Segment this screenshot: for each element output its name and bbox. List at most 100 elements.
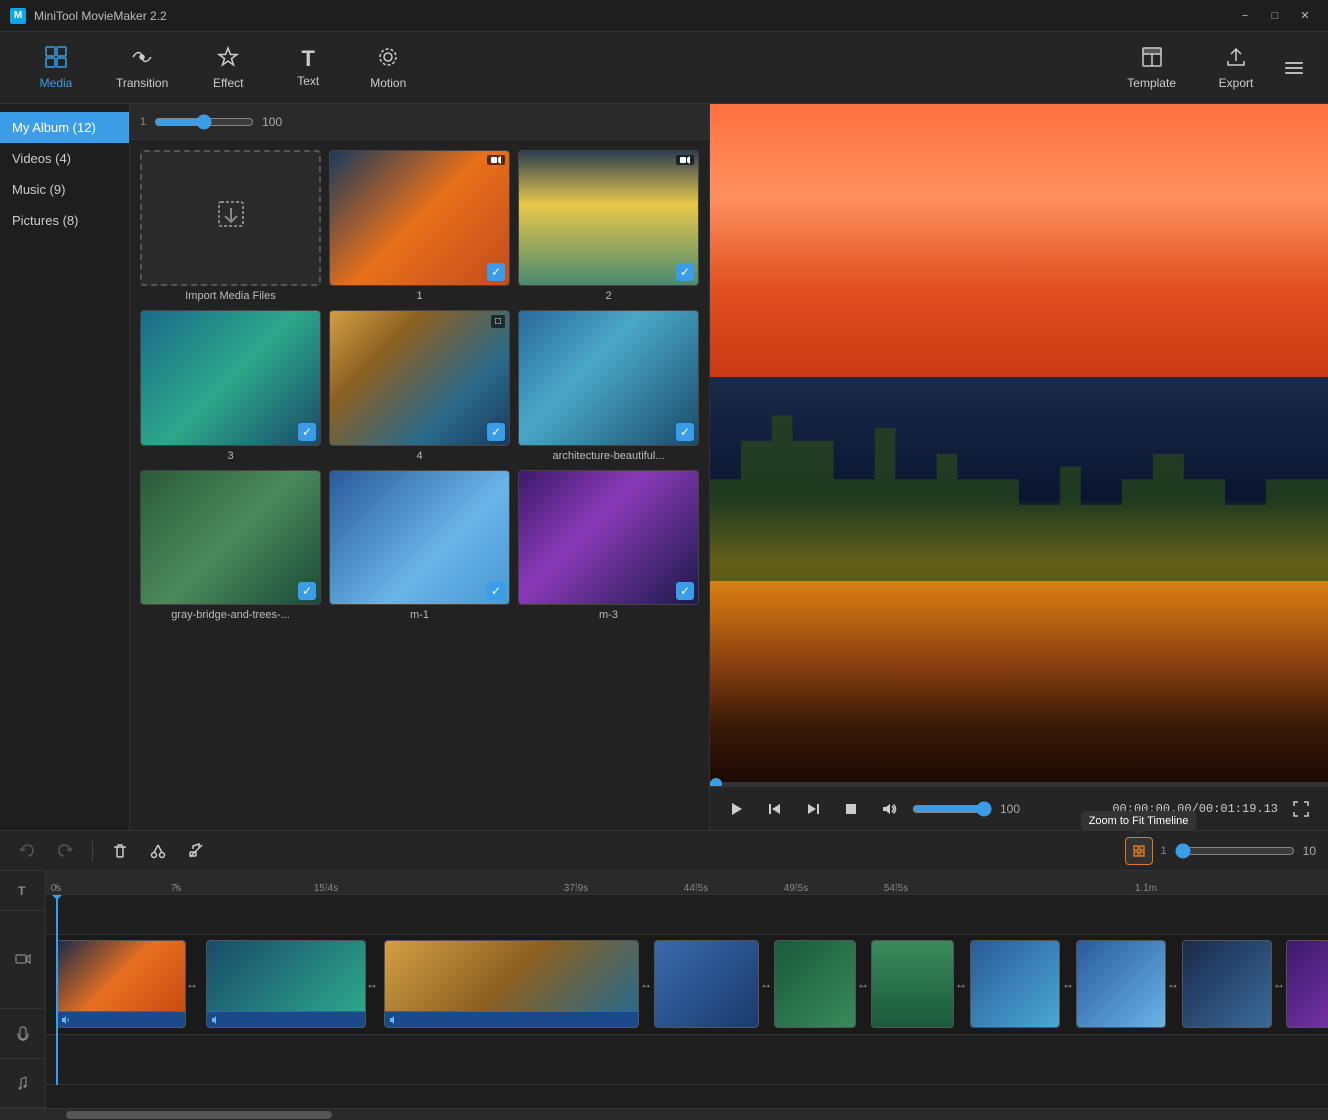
media-item-gray[interactable]: ✓ gray-bridge-and-trees-...	[140, 470, 321, 622]
video-clip-6[interactable]	[871, 940, 954, 1028]
sidebar-item-music[interactable]: Music (9)	[0, 174, 129, 205]
media-item-m3[interactable]: ✓ m-3	[518, 470, 699, 622]
volume-button[interactable]	[874, 794, 904, 824]
prev-frame-button[interactable]	[760, 794, 790, 824]
media-thumb-2[interactable]: ✓	[518, 150, 699, 286]
toolbar-item-motion[interactable]: Motion	[348, 38, 428, 98]
check-gray: ✓	[298, 582, 316, 600]
zoom-fit-button[interactable]	[1125, 837, 1153, 865]
ruler-mark-37s: 37.9s	[564, 883, 588, 894]
zoom-slider[interactable]	[154, 114, 254, 130]
scrollbar-thumb[interactable]	[66, 1111, 332, 1119]
sidebar-item-pictures[interactable]: Pictures (8)	[0, 205, 129, 236]
text-icon: T	[302, 48, 315, 70]
label-arch: architecture-beautiful...	[553, 450, 665, 462]
timeline-zoom-value: 10	[1303, 844, 1316, 858]
video-badge-2	[676, 155, 694, 165]
svg-text:T: T	[18, 884, 26, 898]
clip-audio-1	[57, 1011, 185, 1027]
video-badge-4: □	[491, 315, 505, 328]
video-clip-9[interactable]	[1182, 940, 1272, 1028]
sidebar-item-my-album[interactable]: My Album (12)	[0, 112, 129, 143]
audio-track-label	[0, 1009, 45, 1058]
toolbar-item-effect[interactable]: Effect	[188, 38, 268, 98]
check-4: ✓	[487, 423, 505, 441]
zoom-value: 100	[262, 115, 282, 129]
clip-transition-6: ↔	[951, 940, 971, 1028]
media-toolbar: 1 100	[130, 104, 709, 140]
cut-button[interactable]	[143, 836, 173, 866]
media-thumb-arch[interactable]: ✓	[518, 310, 699, 446]
media-item-1[interactable]: ✓ 1	[329, 150, 510, 302]
horizontal-scrollbar[interactable]	[0, 1108, 1328, 1120]
play-button[interactable]	[722, 794, 752, 824]
audio-track	[46, 1035, 1328, 1085]
preview-panel: 100 00:00:00.00/00:01:19.13	[710, 104, 1328, 830]
media-item-4[interactable]: □ ✓ 4	[329, 310, 510, 462]
video-clip-7[interactable]	[970, 940, 1060, 1028]
window-controls: − □ ✕	[1232, 6, 1318, 26]
maximize-button[interactable]: □	[1262, 6, 1288, 26]
menu-button[interactable]	[1276, 50, 1312, 86]
ruler-mark-44s: 44.5s	[684, 883, 708, 894]
label-4: 4	[416, 450, 422, 462]
stop-button[interactable]	[836, 794, 866, 824]
redo-button[interactable]	[50, 836, 80, 866]
playhead-dot	[710, 778, 722, 786]
toolbar-item-media[interactable]: Media	[16, 38, 96, 98]
sidebar-item-videos[interactable]: Videos (4)	[0, 143, 129, 174]
toolbar-item-export[interactable]: Export	[1196, 38, 1276, 98]
toolbar-item-transition[interactable]: Transition	[96, 38, 188, 98]
media-item-m1[interactable]: ✓ m-1	[329, 470, 510, 622]
media-item-arch[interactable]: ✓ architecture-beautiful...	[518, 310, 699, 462]
media-thumb-m1[interactable]: ✓	[329, 470, 510, 606]
label-gray: gray-bridge-and-trees-...	[171, 609, 290, 621]
media-thumb-1[interactable]: ✓	[329, 150, 510, 286]
video-clip-3[interactable]	[384, 940, 639, 1028]
media-thumb-3[interactable]: ✓	[140, 310, 321, 446]
video-clip-1[interactable]	[56, 940, 186, 1028]
import-thumb[interactable]	[140, 150, 321, 286]
clip-transition-4: ↔	[756, 940, 776, 1028]
video-clip-5[interactable]	[774, 940, 856, 1028]
export-icon	[1225, 46, 1247, 72]
preview-playhead[interactable]	[710, 782, 1328, 786]
fullscreen-button[interactable]	[1286, 794, 1316, 824]
clip-transition-9: ↔	[1269, 940, 1289, 1028]
video-clip-8[interactable]	[1076, 940, 1166, 1028]
clip-transition-7: ↔	[1058, 940, 1078, 1028]
timeline-content[interactable]: 0s 7s 15.4s 37.9s 44.5s 49.5s 54.5s 1.1m	[46, 871, 1328, 1108]
toolbar-item-text[interactable]: T Text	[268, 40, 348, 96]
video-clip-10[interactable]	[1286, 940, 1328, 1028]
media-item-3[interactable]: ✓ 3	[140, 310, 321, 462]
template-icon	[1141, 46, 1163, 72]
video-badge-1	[487, 155, 505, 165]
preview-frame	[710, 104, 1328, 786]
timeline-tracks: ↔ ↔	[46, 895, 1328, 1085]
media-item-2[interactable]: ✓ 2	[518, 150, 699, 302]
video-track: ↔ ↔	[46, 935, 1328, 1035]
clip-transition-8: ↔	[1163, 940, 1183, 1028]
media-thumb-m3[interactable]: ✓	[518, 470, 699, 606]
preview-video	[710, 104, 1328, 786]
minimize-button[interactable]: −	[1232, 6, 1258, 26]
video-clip-2[interactable]	[206, 940, 366, 1028]
effect-icon	[217, 46, 239, 72]
media-thumb-4[interactable]: □ ✓	[329, 310, 510, 446]
import-media-item[interactable]: Import Media Files	[140, 150, 321, 302]
ruler-mark-0s: 0s	[51, 883, 62, 894]
video-clip-4[interactable]	[654, 940, 759, 1028]
next-frame-button[interactable]	[798, 794, 828, 824]
delete-button[interactable]	[105, 836, 135, 866]
timeline-zoom-slider[interactable]	[1175, 843, 1295, 859]
detach-audio-button[interactable]	[181, 836, 211, 866]
close-button[interactable]: ✕	[1292, 6, 1318, 26]
undo-button[interactable]	[12, 836, 42, 866]
zoom-fit-container: Zoom to Fit Timeline	[1125, 837, 1153, 865]
import-label: Import Media Files	[185, 290, 275, 302]
transition-label: Transition	[116, 76, 168, 90]
volume-slider[interactable]	[912, 801, 992, 817]
timeline-area: T	[0, 871, 1328, 1108]
toolbar-item-template[interactable]: Template	[1107, 38, 1196, 98]
media-thumb-gray[interactable]: ✓	[140, 470, 321, 606]
